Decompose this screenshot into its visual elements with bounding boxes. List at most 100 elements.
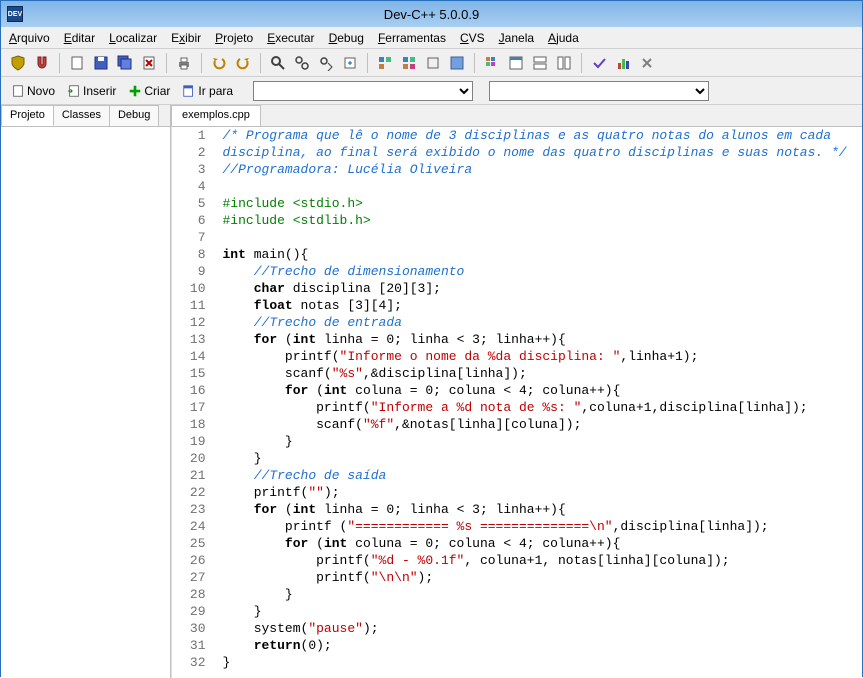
code-text[interactable]: #include <stdio.h> <box>216 195 862 212</box>
code-text[interactable]: char disciplina [20][3]; <box>216 280 862 297</box>
code-line[interactable]: 10 char disciplina [20][3]; <box>172 280 862 297</box>
criar-button[interactable]: Criar <box>124 82 174 100</box>
menu-executar[interactable]: Executar <box>267 31 314 45</box>
tab-projeto[interactable]: Projeto <box>1 105 54 126</box>
menu-debug[interactable]: Debug <box>329 31 364 45</box>
code-text[interactable]: printf("%d - %0.1f", coluna+1, notas[lin… <box>216 552 862 569</box>
code-text[interactable]: } <box>216 433 862 450</box>
find-icon[interactable] <box>267 52 289 74</box>
code-line[interactable]: 17 printf("Informe a %d nota de %s: ",co… <box>172 399 862 416</box>
code-text[interactable]: printf("\n\n"); <box>216 569 862 586</box>
code-text[interactable]: //Trecho de entrada <box>216 314 862 331</box>
code-line[interactable]: 28 } <box>172 586 862 603</box>
shield-icon[interactable] <box>7 52 29 74</box>
menu-ferramentas[interactable]: Ferramentas <box>378 31 446 45</box>
replace-icon[interactable] <box>291 52 313 74</box>
code-line[interactable]: 23 for (int linha = 0; linha < 3; linha+… <box>172 501 862 518</box>
code-text[interactable] <box>216 229 862 246</box>
code-line[interactable]: 19 } <box>172 433 862 450</box>
code-text[interactable]: //Trecho de saída <box>216 467 862 484</box>
code-line[interactable]: 24 printf ("============ %s ============… <box>172 518 862 535</box>
code-text[interactable]: for (int coluna = 0; coluna < 4; coluna+… <box>216 382 862 399</box>
tab-classes[interactable]: Classes <box>53 105 110 126</box>
code-line[interactable]: 9 //Trecho de dimensionamento <box>172 263 862 280</box>
code-line[interactable]: 25 for (int coluna = 0; coluna < 4; colu… <box>172 535 862 552</box>
menu-editar[interactable]: Editar <box>64 31 95 45</box>
code-line[interactable]: 18 scanf("%f",&notas[linha][coluna]); <box>172 416 862 433</box>
code-line[interactable]: 14 printf("Informe o nome da %da discipl… <box>172 348 862 365</box>
magnet-icon[interactable] <box>31 52 53 74</box>
delete-icon[interactable] <box>636 52 658 74</box>
code-text[interactable]: scanf("%f",&notas[linha][coluna]); <box>216 416 862 433</box>
undo-icon[interactable] <box>208 52 230 74</box>
code-text[interactable]: scanf("%s",&disciplina[linha]); <box>216 365 862 382</box>
code-text[interactable]: for (int linha = 0; linha < 3; linha++){ <box>216 331 862 348</box>
code-text[interactable]: return(0); <box>216 637 862 654</box>
code-line[interactable]: 7 <box>172 229 862 246</box>
menu-cvs[interactable]: CVS <box>460 31 485 45</box>
new-file-icon[interactable] <box>66 52 88 74</box>
tab-exemplos-cpp[interactable]: exemplos.cpp <box>171 105 261 126</box>
code-text[interactable]: printf("Informe o nome da %da disciplina… <box>216 348 862 365</box>
compile-icon[interactable] <box>374 52 396 74</box>
run-icon[interactable] <box>398 52 420 74</box>
compile-run-icon[interactable] <box>422 52 444 74</box>
combo-1[interactable] <box>253 81 473 101</box>
code-text[interactable]: printf("Informe a %d nota de %s: ",colun… <box>216 399 862 416</box>
code-text[interactable]: } <box>216 603 862 620</box>
code-line[interactable]: 29 } <box>172 603 862 620</box>
code-line[interactable]: 3//Programadora: Lucélia Oliveira <box>172 161 862 178</box>
code-line[interactable]: 31 return(0); <box>172 637 862 654</box>
goto-icon[interactable] <box>339 52 361 74</box>
rebuild-icon[interactable] <box>446 52 468 74</box>
close-file-icon[interactable] <box>138 52 160 74</box>
code-text[interactable]: for (int linha = 0; linha < 3; linha++){ <box>216 501 862 518</box>
code-text[interactable]: printf ("============ %s ==============\… <box>216 518 862 535</box>
code-line[interactable]: 26 printf("%d - %0.1f", coluna+1, notas[… <box>172 552 862 569</box>
tile-h-icon[interactable] <box>529 52 551 74</box>
novo-button[interactable]: Novo <box>7 82 59 100</box>
code-line[interactable]: 16 for (int coluna = 0; coluna < 4; colu… <box>172 382 862 399</box>
code-line[interactable]: 27 printf("\n\n"); <box>172 569 862 586</box>
tab-debug[interactable]: Debug <box>109 105 159 126</box>
code-line[interactable]: 12 //Trecho de entrada <box>172 314 862 331</box>
code-line[interactable]: 2disciplina, ao final será exibido o nom… <box>172 144 862 161</box>
code-text[interactable]: int main(){ <box>216 246 862 263</box>
code-text[interactable]: } <box>216 654 862 671</box>
code-line[interactable]: 5#include <stdio.h> <box>172 195 862 212</box>
code-text[interactable] <box>216 178 862 195</box>
save-all-icon[interactable] <box>114 52 136 74</box>
code-text[interactable]: //Programadora: Lucélia Oliveira <box>216 161 862 178</box>
check-icon[interactable] <box>588 52 610 74</box>
code-line[interactable]: 22 printf(""); <box>172 484 862 501</box>
chart-icon[interactable] <box>612 52 634 74</box>
code-text[interactable]: printf(""); <box>216 484 862 501</box>
find-next-icon[interactable] <box>315 52 337 74</box>
menu-projeto[interactable]: Projeto <box>215 31 253 45</box>
code-line[interactable]: 20 } <box>172 450 862 467</box>
combo-2[interactable] <box>489 81 709 101</box>
save-icon[interactable] <box>90 52 112 74</box>
code-text[interactable]: system("pause"); <box>216 620 862 637</box>
project-tree[interactable] <box>1 127 170 678</box>
code-line[interactable]: 15 scanf("%s",&disciplina[linha]); <box>172 365 862 382</box>
code-line[interactable]: 30 system("pause"); <box>172 620 862 637</box>
code-text[interactable]: //Trecho de dimensionamento <box>216 263 862 280</box>
code-text[interactable]: disciplina, ao final será exibido o nome… <box>216 144 862 161</box>
menu-ajuda[interactable]: Ajuda <box>548 31 579 45</box>
menu-localizar[interactable]: Localizar <box>109 31 157 45</box>
code-line[interactable]: 8int main(){ <box>172 246 862 263</box>
ir-para-button[interactable]: Ir para <box>178 82 237 100</box>
code-text[interactable]: for (int coluna = 0; coluna < 4; coluna+… <box>216 535 862 552</box>
window-icon[interactable] <box>505 52 527 74</box>
tile-v-icon[interactable] <box>553 52 575 74</box>
menu-janela[interactable]: Janela <box>499 31 534 45</box>
code-line[interactable]: 4 <box>172 178 862 195</box>
code-line[interactable]: 11 float notas [3][4]; <box>172 297 862 314</box>
code-line[interactable]: 13 for (int linha = 0; linha < 3; linha+… <box>172 331 862 348</box>
code-text[interactable]: } <box>216 586 862 603</box>
inserir-button[interactable]: Inserir <box>63 82 120 100</box>
menu-exibir[interactable]: Exibir <box>171 31 201 45</box>
code-line[interactable]: 1/* Programa que lê o nome de 3 discipli… <box>172 127 862 144</box>
code-text[interactable]: float notas [3][4]; <box>216 297 862 314</box>
